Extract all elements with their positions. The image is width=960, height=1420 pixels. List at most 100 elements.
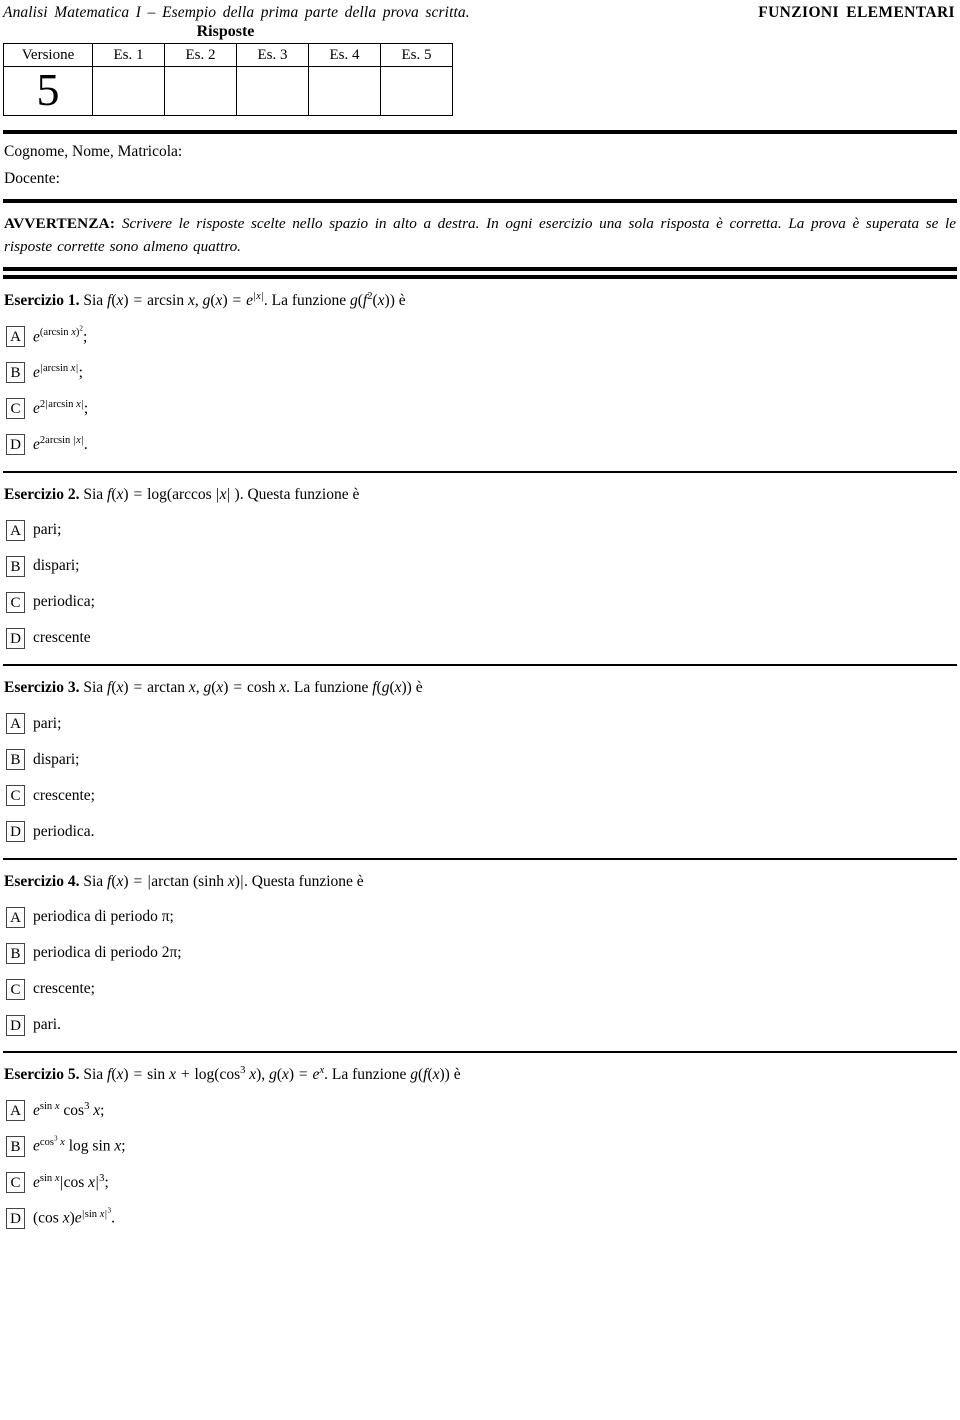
option-checkbox-c[interactable]: C xyxy=(6,978,25,1000)
option-row[interactable]: A periodica di periodo π; xyxy=(6,899,957,935)
exercise-3: Esercizio 3. Sia f(x) = arctan x, g(x) =… xyxy=(3,666,957,857)
exercise-5-options: A esin x cos3 x; B ecos3 x log sin x; C … xyxy=(3,1093,957,1237)
page-header: Analisi Matematica I – Esempio della pri… xyxy=(3,0,957,22)
answers-table: Versione Es. 1 Es. 2 Es. 3 Es. 4 Es. 5 5 xyxy=(3,43,453,116)
exercise-4-statement-text: Sia f(x) = |arctan (sinh x)|. Questa fun… xyxy=(83,872,364,890)
option-row[interactable]: D (cos x)e|sin x|3. xyxy=(6,1201,957,1237)
exercise-2-label: Esercizio 2. xyxy=(4,485,80,503)
option-checkbox-a[interactable]: A xyxy=(6,326,25,348)
option-row[interactable]: A pari; xyxy=(6,512,957,548)
answers-table-header-row: Versione Es. 1 Es. 2 Es. 3 Es. 4 Es. 5 xyxy=(3,43,453,67)
notice-separator: : xyxy=(109,215,122,232)
notice-heading: AVVERTENZA xyxy=(4,215,110,232)
exercise-1: Esercizio 1. Sia f(x) = arcsin x, g(x) =… xyxy=(3,279,957,470)
option-checkbox-a[interactable]: A xyxy=(6,713,25,735)
option-label-d: periodica. xyxy=(33,822,95,840)
option-row[interactable]: B e|arcsin x|; xyxy=(6,355,957,391)
exercise-3-label: Esercizio 3. xyxy=(4,679,80,697)
option-row[interactable]: D pari. xyxy=(6,1007,957,1043)
option-checkbox-a[interactable]: A xyxy=(6,519,25,541)
option-row[interactable]: D e2arcsin |x|. xyxy=(6,427,957,463)
option-label-b: ecos3 x log sin x; xyxy=(33,1134,126,1156)
option-row[interactable]: A esin x cos3 x; xyxy=(6,1093,957,1129)
option-label-d: (cos x)e|sin x|3. xyxy=(33,1206,115,1228)
option-checkbox-d[interactable]: D xyxy=(6,1014,25,1036)
version-number: 5 xyxy=(36,63,60,115)
student-name-label: Cognome, Nome, Matricola: xyxy=(4,143,183,160)
option-checkbox-a[interactable]: A xyxy=(6,906,25,928)
option-checkbox-d[interactable]: D xyxy=(6,627,25,649)
option-row[interactable]: A e(arcsin x)2; xyxy=(6,319,957,355)
answer-cell-es-1[interactable] xyxy=(92,66,165,116)
option-checkbox-c[interactable]: C xyxy=(6,1172,25,1194)
column-header-es-1: Es. 1 xyxy=(92,43,165,67)
option-row[interactable]: A pari; xyxy=(6,706,957,742)
option-checkbox-d[interactable]: D xyxy=(6,434,25,456)
exercise-2: Esercizio 2. Sia f(x) = log(arccos |x| )… xyxy=(3,473,957,664)
option-row[interactable]: C e2|arcsin x|; xyxy=(6,391,957,427)
option-label-a: pari; xyxy=(33,714,62,732)
option-row[interactable]: C periodica; xyxy=(6,584,957,620)
exercise-5-statement: Esercizio 5. Sia f(x) = sin x + log(cos3… xyxy=(4,1064,957,1086)
rule-above-identity xyxy=(3,130,957,134)
option-checkbox-b[interactable]: B xyxy=(6,749,25,771)
option-row[interactable]: B dispari; xyxy=(6,742,957,778)
option-label-c: esin x|cos x|3; xyxy=(33,1172,109,1191)
answer-cell-es-3[interactable] xyxy=(236,66,309,116)
answer-cell-es-5[interactable] xyxy=(380,66,453,116)
option-row[interactable]: C crescente; xyxy=(6,778,957,814)
option-label-a: pari; xyxy=(33,521,62,539)
option-label-c: periodica; xyxy=(33,593,95,611)
option-label-b: dispari; xyxy=(33,750,80,768)
option-checkbox-b[interactable]: B xyxy=(6,362,25,384)
option-checkbox-b[interactable]: B xyxy=(6,1136,25,1158)
exercise-4-options: A periodica di periodo π; B periodica di… xyxy=(3,899,957,1043)
option-row[interactable]: D crescente xyxy=(6,620,957,656)
option-checkbox-a[interactable]: A xyxy=(6,1100,25,1122)
option-label-d: e2arcsin |x|. xyxy=(33,434,88,453)
notice-block: AVVERTENZA: Scrivere le risposte scelte … xyxy=(4,212,956,258)
option-label-c: crescente; xyxy=(33,786,95,804)
identity-block: Cognome, Nome, Matricola: Docente: xyxy=(3,143,957,199)
option-row[interactable]: B ecos3 x log sin x; xyxy=(6,1129,957,1165)
exercise-5-statement-text: Sia f(x) = sin x + log(cos3 x), g(x) = e… xyxy=(83,1064,461,1084)
answers-table-caption: Risposte xyxy=(196,23,255,40)
option-row[interactable]: B dispari; xyxy=(6,548,957,584)
option-label-b: dispari; xyxy=(33,557,80,575)
option-checkbox-c[interactable]: C xyxy=(6,785,25,807)
exercise-4-statement: Esercizio 4. Sia f(x) = |arctan (sinh x)… xyxy=(4,871,957,893)
exercise-2-statement-text: Sia f(x) = log(arccos |x| ). Questa funz… xyxy=(83,485,360,503)
option-label-a: periodica di periodo π; xyxy=(33,908,174,926)
answer-cell-es-4[interactable] xyxy=(308,66,381,116)
option-row[interactable]: C crescente; xyxy=(6,971,957,1007)
exercise-2-statement: Esercizio 2. Sia f(x) = log(arccos |x| )… xyxy=(4,484,957,506)
column-header-es-4: Es. 4 xyxy=(308,43,381,67)
exercise-2-options: A pari; B dispari; C periodica; D cresce… xyxy=(3,512,957,656)
exercise-4-label: Esercizio 4. xyxy=(4,872,80,890)
column-header-es-2: Es. 2 xyxy=(164,43,237,67)
rule-above-notice xyxy=(3,199,957,203)
option-checkbox-d[interactable]: D xyxy=(6,821,25,843)
option-label-d: crescente xyxy=(33,629,91,647)
option-row[interactable]: B periodica di periodo 2π; xyxy=(6,935,957,971)
exercise-1-statement-text: Sia f(x) = arcsin x, g(x) = e|x|. La fun… xyxy=(83,291,406,310)
option-checkbox-b[interactable]: B xyxy=(6,555,25,577)
option-checkbox-c[interactable]: C xyxy=(6,591,25,613)
option-row[interactable]: D periodica. xyxy=(6,814,957,850)
option-checkbox-c[interactable]: C xyxy=(6,398,25,420)
exercise-3-options: A pari; B dispari; C crescente; D period… xyxy=(3,706,957,850)
option-label-c: crescente; xyxy=(33,980,95,998)
exercise-5: Esercizio 5. Sia f(x) = sin x + log(cos3… xyxy=(3,1053,957,1244)
option-checkbox-b[interactable]: B xyxy=(6,942,25,964)
document-subject: FUNZIONI ELEMENTARI xyxy=(758,4,955,21)
option-row[interactable]: C esin x|cos x|3; xyxy=(6,1165,957,1201)
exercise-3-statement: Esercizio 3. Sia f(x) = arctan x, g(x) =… xyxy=(4,677,957,699)
option-label-b: periodica di periodo 2π; xyxy=(33,944,182,962)
exercise-5-label: Esercizio 5. xyxy=(4,1066,80,1084)
option-checkbox-d[interactable]: D xyxy=(6,1208,25,1230)
exam-page: Analisi Matematica I – Esempio della pri… xyxy=(0,0,960,1245)
option-label-a: e(arcsin x)2; xyxy=(33,324,88,346)
answer-cell-es-2[interactable] xyxy=(164,66,237,116)
document-title: Analisi Matematica I – Esempio della pri… xyxy=(3,4,470,21)
exercise-1-statement: Esercizio 1. Sia f(x) = arcsin x, g(x) =… xyxy=(4,290,957,312)
